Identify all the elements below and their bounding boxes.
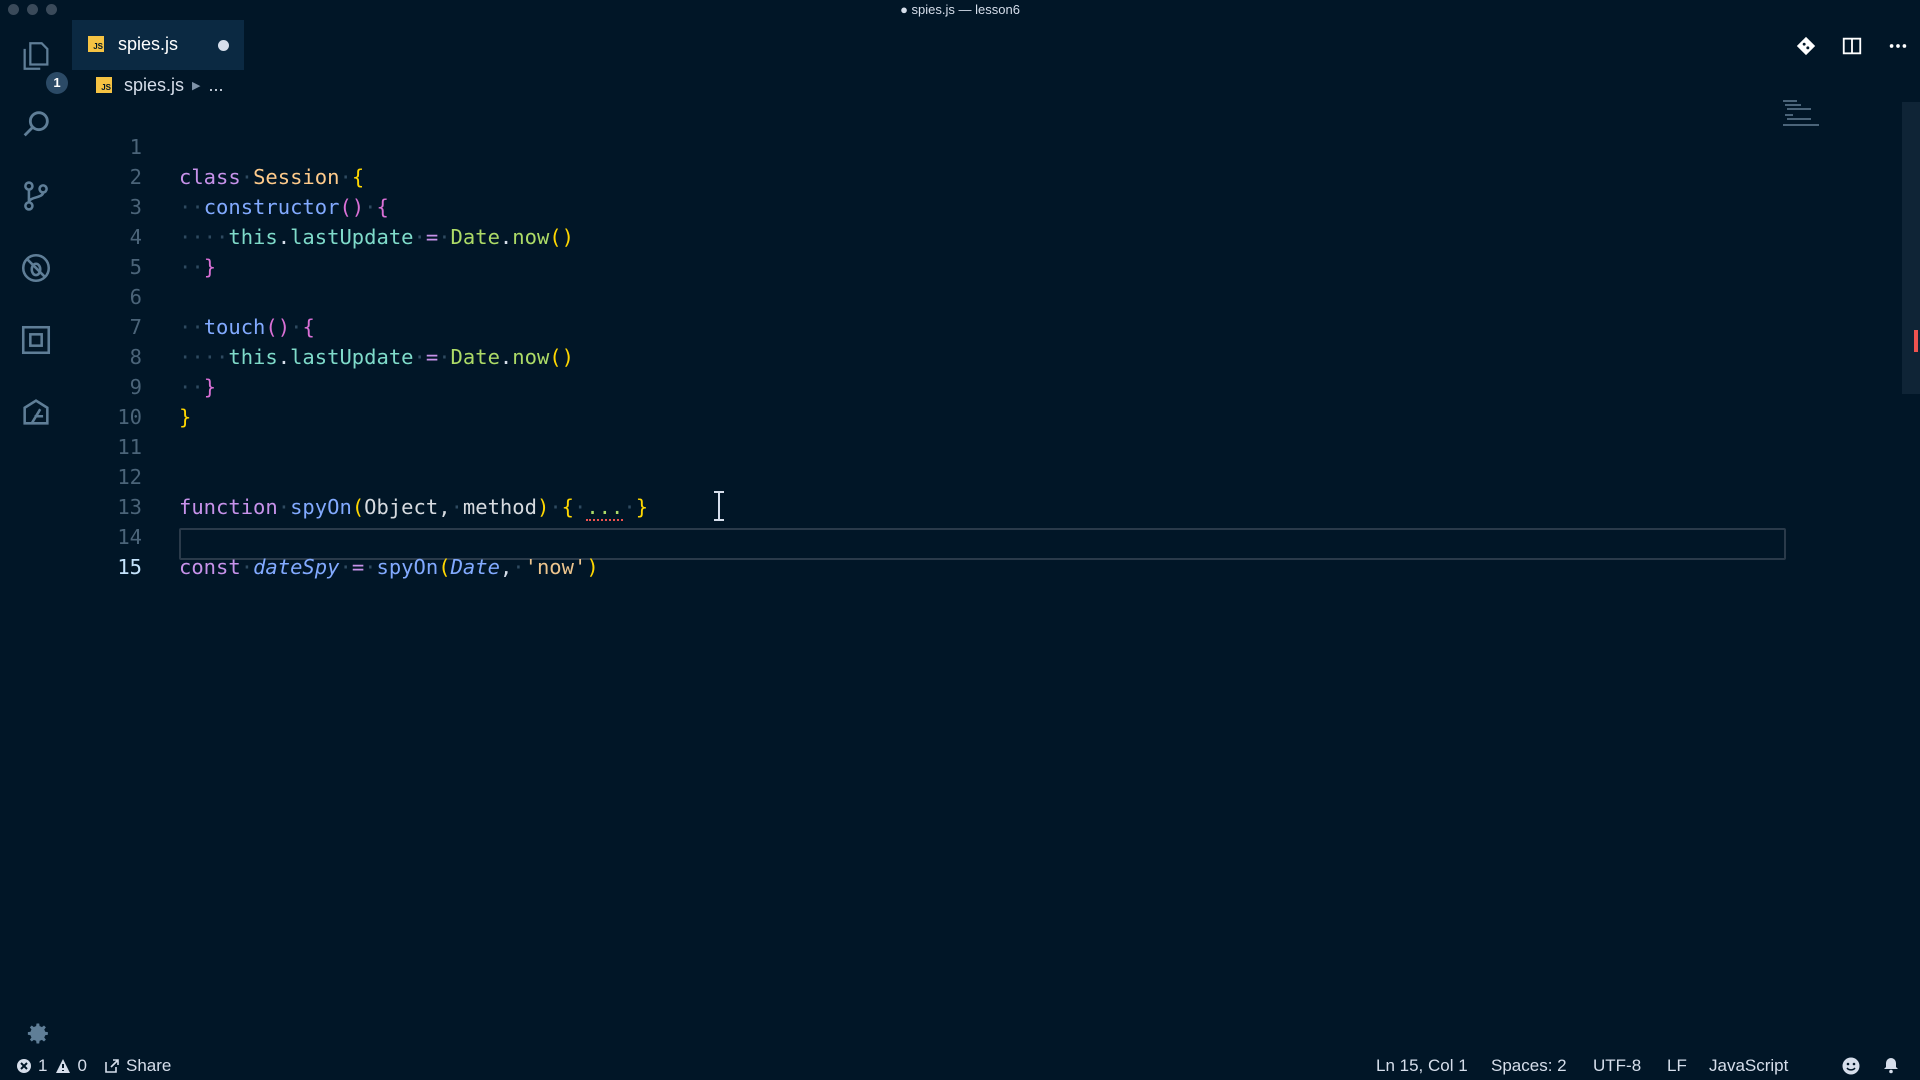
code-line[interactable]: 11 (72, 402, 1902, 459)
problems-indicator[interactable]: 1 0 (16, 1056, 87, 1076)
minimap[interactable] (1783, 100, 1823, 130)
feedback-smiley-icon[interactable] (1841, 1056, 1867, 1076)
unsaved-indicator-icon[interactable] (218, 40, 229, 51)
code-line[interactable]: 15 (72, 522, 1902, 579)
tab-spies-js[interactable]: JS spies.js (72, 20, 244, 70)
breadcrumb-symbol[interactable]: ... (209, 75, 224, 96)
gear-icon[interactable] (20, 1018, 52, 1050)
share-button[interactable]: Share (104, 1056, 171, 1076)
code-line[interactable]: 14 const·dateSpy·=·spyOn(Date,·'now') (72, 492, 1902, 579)
eol-setting[interactable]: LF (1667, 1056, 1687, 1076)
cursor-position[interactable]: Ln 15, Col 1 (1376, 1056, 1468, 1076)
code-line[interactable]: 13 (72, 462, 1902, 519)
split-editor-icon[interactable] (1838, 32, 1866, 60)
text-cursor-icon (714, 491, 724, 521)
explorer-icon[interactable]: 1 (16, 36, 68, 94)
window-title: ● spies.js — lesson6 (900, 2, 1020, 17)
search-icon[interactable] (16, 104, 56, 144)
share-icon (105, 1059, 119, 1073)
error-count: 1 (38, 1056, 48, 1075)
tab-bar: JS spies.js (72, 20, 1920, 70)
code-line[interactable]: 7 ····this.lastUpdate·=·Date.now() (72, 282, 1902, 369)
javascript-file-icon: JS (88, 36, 104, 52)
warning-icon (56, 1059, 71, 1073)
error-marker (1914, 330, 1918, 352)
code-line[interactable]: 10 (72, 372, 1902, 429)
error-icon (17, 1059, 31, 1073)
notifications-bell-icon[interactable] (1882, 1056, 1906, 1074)
encoding-setting[interactable]: UTF-8 (1593, 1056, 1641, 1076)
code-line[interactable]: 5 (72, 222, 1902, 279)
line-number: 15 (117, 555, 142, 579)
title-bar: ● spies.js — lesson6 (0, 0, 1920, 20)
remote-icon[interactable] (16, 392, 56, 432)
warning-count: 0 (77, 1056, 87, 1075)
code-line[interactable]: 3 ····this.lastUpdate·=·Date.now() (72, 162, 1902, 249)
code-line[interactable]: 8 ··} (72, 312, 1902, 399)
activity-bar: 1 (0, 20, 72, 1050)
status-bar: 1 0 Share Ln 15, Col 1 Spaces: 2 UTF-8 L… (0, 1050, 1920, 1080)
explorer-badge: 1 (46, 72, 68, 94)
breadcrumb: JS spies.js ▶ ... (96, 72, 224, 98)
extensions-icon[interactable] (16, 320, 56, 360)
code-line[interactable]: 2 ··constructor()·{ (72, 132, 1902, 219)
code-line[interactable]: 1 class·Session·{ (72, 102, 1902, 189)
code-line[interactable]: 9 } (72, 342, 1902, 429)
indentation-setting[interactable]: Spaces: 2 (1491, 1056, 1567, 1076)
code-editor[interactable]: 1 class·Session·{ 2 ··constructor()·{ 3 … (72, 102, 1902, 1050)
code-line[interactable]: 6 ··touch()·{ (72, 252, 1902, 339)
source-control-icon[interactable] (16, 176, 56, 216)
more-actions-icon[interactable] (1884, 32, 1912, 60)
share-label: Share (126, 1056, 172, 1075)
code-line[interactable]: 12 function·spyOn(Object,·method)·{·...·… (72, 432, 1902, 521)
code-line[interactable]: 4 ··} (72, 192, 1902, 279)
chevron-right-icon: ▶ (192, 79, 201, 92)
tab-label: spies.js (118, 34, 179, 54)
breadcrumb-file[interactable]: spies.js (124, 75, 184, 96)
git-compare-icon[interactable] (1792, 32, 1820, 60)
debug-icon[interactable] (16, 248, 56, 288)
language-mode[interactable]: JavaScript (1709, 1056, 1788, 1076)
javascript-file-icon: JS (96, 77, 112, 93)
